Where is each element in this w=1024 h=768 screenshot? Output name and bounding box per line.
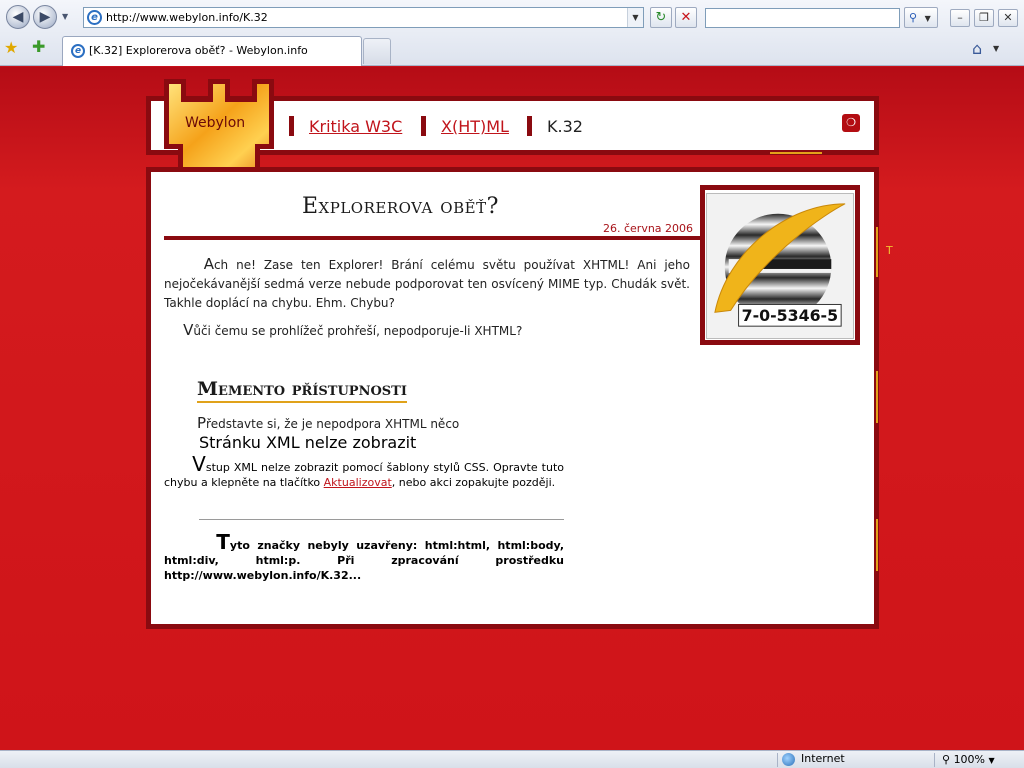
navigation-bar: ◀ ▶ ▼ e http://www.webylon.info/K.32 ▼ ↻… bbox=[0, 3, 1024, 31]
forward-button[interactable]: ▶ bbox=[33, 5, 57, 29]
address-bar[interactable]: e http://www.webylon.info/K.32 ▼ bbox=[83, 7, 644, 28]
new-tab-button[interactable] bbox=[363, 38, 391, 64]
breadcrumb-link-kritika[interactable]: Kritika W3C bbox=[309, 117, 402, 136]
title-rule bbox=[164, 236, 702, 240]
image-caption: 7-0-5346-5 bbox=[742, 306, 838, 325]
tab-active[interactable]: e [K.32] Explorerova oběť? - Webylon.inf… bbox=[62, 36, 362, 66]
xml-error-title: Stránku XML nelze zobrazit bbox=[199, 433, 417, 452]
header-accent bbox=[770, 152, 822, 154]
xml-error-body: Vstup XML nelze zobrazit pomocí šablony … bbox=[164, 454, 564, 490]
favorites-star-icon[interactable]: ★ bbox=[4, 38, 18, 57]
home-icon[interactable]: ⌂ bbox=[972, 39, 982, 58]
zoom-control[interactable]: ⚲ 100% ▼ bbox=[942, 753, 995, 766]
breadcrumb-separator bbox=[421, 116, 426, 136]
paragraph-text: ůči čemu se prohlížeč prohřeší, nepodpor… bbox=[193, 324, 523, 338]
tab-bar: ★ ✚ e [K.32] Explorerova oběť? - Webylon… bbox=[0, 34, 1024, 66]
breadcrumb-separator bbox=[289, 116, 294, 136]
search-button[interactable]: ⚲ ▼ bbox=[904, 7, 938, 28]
zoom-icon: ⚲ bbox=[942, 753, 951, 766]
back-button[interactable]: ◀ bbox=[6, 5, 30, 29]
stop-button[interactable]: ✕ bbox=[675, 7, 697, 28]
article-date: 26. června 2006 bbox=[603, 222, 694, 235]
globe-icon bbox=[782, 752, 795, 766]
add-favorite-icon[interactable]: ✚ bbox=[32, 37, 45, 56]
status-separator bbox=[934, 753, 935, 767]
drop-cap: V bbox=[183, 321, 194, 339]
article-paragraph-2: Vůči čemu se prohlížeč prohřeší, nepodpo… bbox=[164, 321, 690, 341]
breadcrumb-current: K.32 bbox=[547, 117, 583, 136]
status-separator bbox=[777, 753, 778, 767]
zoom-dropdown-icon[interactable]: ▼ bbox=[989, 756, 995, 765]
drop-cap: V bbox=[192, 452, 206, 476]
xml-error-divider bbox=[199, 519, 564, 520]
side-accent-line bbox=[876, 227, 878, 277]
refresh-button[interactable]: ↻ bbox=[650, 7, 672, 28]
refresh-link[interactable]: Aktualizovat bbox=[324, 476, 392, 489]
drop-cap: T bbox=[216, 530, 230, 554]
restore-button[interactable]: ❐ bbox=[974, 9, 994, 27]
breadcrumb-link-xhtml[interactable]: X(HT)ML bbox=[441, 117, 509, 136]
drop-cap: P bbox=[197, 414, 207, 432]
address-dropdown-icon[interactable]: ▼ bbox=[627, 8, 643, 27]
memento-heading: Memento přístupnosti bbox=[197, 378, 407, 403]
ie-page-icon: e bbox=[87, 10, 102, 25]
side-letter: T bbox=[886, 244, 893, 257]
article-paragraph-1: Ach ne! Zase ten Explorer! Brání celému … bbox=[164, 255, 690, 313]
rss-icon[interactable]: ❍ bbox=[842, 114, 860, 132]
memento-intro: Představte si, že je nepodpora XHTML něc… bbox=[197, 414, 459, 432]
drop-cap: A bbox=[203, 255, 214, 273]
memento-intro-text: ředstavte si, že je nepodpora XHTML něco bbox=[206, 417, 460, 431]
search-icon: ⚲ bbox=[909, 11, 918, 24]
tab-title: [K.32] Explorerova oběť? - Webylon.info bbox=[89, 44, 308, 57]
address-url: http://www.webylon.info/K.32 bbox=[106, 11, 268, 24]
home-dropdown-icon[interactable]: ▼ bbox=[993, 44, 999, 53]
article-title: Explorerova oběť? bbox=[302, 194, 499, 219]
status-bar: Internet ⚲ 100% ▼ bbox=[0, 750, 1024, 768]
web-page: Webylon Kritika W3C X(HT)ML K.32 ❍ Explo… bbox=[0, 67, 1024, 750]
ie-tab-icon: e bbox=[71, 44, 85, 58]
minimize-button[interactable]: – bbox=[950, 9, 970, 27]
breadcrumb-separator bbox=[527, 116, 532, 136]
paragraph-text: ch ne! Zase ten Explorer! Brání celému s… bbox=[164, 258, 691, 310]
browser-chrome: ◀ ▶ ▼ e http://www.webylon.info/K.32 ▼ ↻… bbox=[0, 0, 1024, 66]
side-accent-line bbox=[876, 371, 878, 423]
search-dropdown-icon[interactable]: ▼ bbox=[925, 14, 931, 23]
zone-label: Internet bbox=[801, 752, 845, 765]
history-dropdown-icon[interactable]: ▼ bbox=[62, 12, 68, 21]
security-zone[interactable]: Internet bbox=[782, 752, 845, 766]
xml-error-text-end: , nebo akci zopakujte později. bbox=[391, 476, 556, 489]
ie-logo-image: 7-0-5346-5 bbox=[706, 193, 854, 339]
side-accent-line bbox=[876, 519, 878, 571]
search-input[interactable] bbox=[705, 8, 900, 28]
xml-error-detail: Tyto značky nebyly uzavřeny: html:html, … bbox=[164, 532, 564, 583]
zoom-level: 100% bbox=[953, 753, 986, 766]
close-window-button[interactable]: ✕ bbox=[998, 9, 1018, 27]
logo-text: Webylon bbox=[185, 115, 246, 131]
